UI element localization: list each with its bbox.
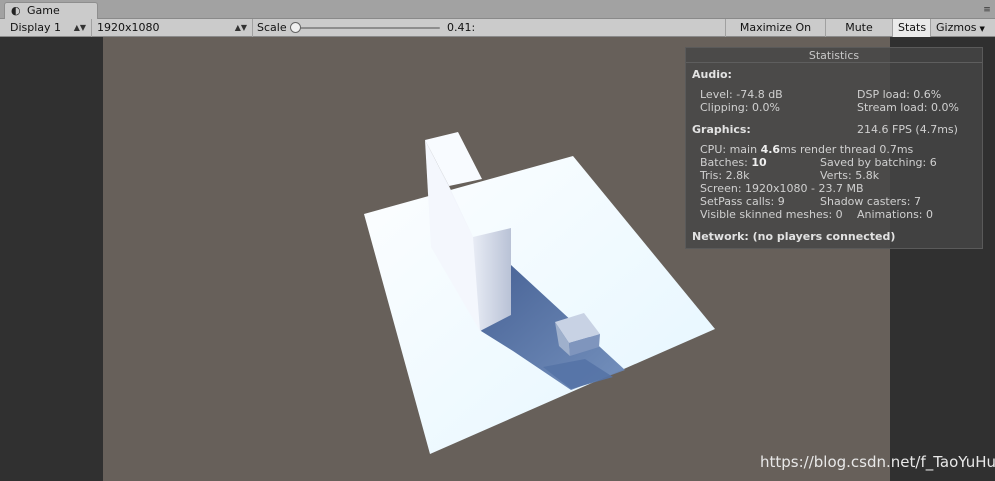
tab-menu-icon[interactable]: ≡ — [982, 5, 992, 15]
maximize-on-play-button[interactable]: Maximize On Play — [725, 19, 825, 51]
stats-button[interactable]: Stats — [892, 19, 930, 37]
dropdown-arrow-icon: ▼ — [979, 25, 985, 33]
stats-title: Statistics — [686, 49, 982, 63]
tab-game[interactable]: ◐ Game — [4, 2, 98, 19]
scale-value: 0.41: — [447, 21, 476, 34]
scale-slider-thumb[interactable] — [290, 22, 301, 33]
verts: Verts: 5.8k — [820, 169, 880, 182]
fps-value: 214.6 FPS (4.7ms) — [857, 123, 958, 136]
display-dropdown[interactable]: Display 1 ▲▼ — [5, 19, 92, 37]
cpu-main-value: 4.6 — [760, 143, 781, 156]
batches-prefix: Batches: — [700, 156, 752, 169]
audio-clipping: Clipping: 0.0% — [700, 101, 780, 114]
audio-level: Level: -74.8 dB — [700, 88, 783, 101]
screen-stats: Screen: 1920x1080 - 23.7 MB — [700, 182, 864, 195]
updown-arrows-icon: ▲▼ — [234, 23, 247, 32]
batches-value: 10 — [751, 156, 767, 169]
stream-load: Stream load: 0.0% — [857, 101, 959, 114]
scale-label: Scale — [257, 21, 287, 34]
watermark-text: https://blog.csdn.net/f_TaoYuHu — [760, 453, 995, 471]
display-value: Display 1 — [10, 21, 62, 34]
shadow-casters: Shadow casters: 7 — [820, 195, 921, 208]
letterbox-left — [0, 37, 103, 481]
unity-logo-icon: ◐ — [11, 4, 21, 17]
animations: Animations: 0 — [857, 208, 934, 221]
mute-audio-button[interactable]: Mute Audio — [825, 19, 892, 51]
resolution-value: 1920x1080 — [97, 21, 160, 34]
setpass-calls: SetPass calls: 9 — [700, 195, 785, 208]
batches: Batches: 10 — [700, 156, 767, 169]
saved-by-batching: Saved by batching: 6 — [820, 156, 937, 169]
cpu-suffix: ms render thread 0.7ms — [780, 143, 914, 156]
updown-arrows-icon: ▲▼ — [73, 23, 86, 32]
game-toolbar: Display 1 ▲▼ 1920x1080 ▲▼ Scale 0.41: Ma… — [0, 19, 995, 51]
network-status: Network: (no players connected) — [692, 230, 896, 243]
gizmos-button[interactable]: Gizmos ▼ — [930, 19, 995, 37]
resolution-dropdown[interactable]: 1920x1080 ▲▼ — [92, 19, 253, 37]
tab-label: Game — [27, 4, 60, 17]
cpu-prefix: CPU: main — [700, 143, 761, 156]
dsp-load: DSP load: 0.6% — [857, 88, 942, 101]
graphics-heading: Graphics: — [692, 123, 751, 136]
gizmos-label: Gizmos — [936, 21, 977, 34]
cpu-stats: CPU: main 4.6ms render thread 0.7ms — [700, 143, 913, 156]
visible-skinned-meshes: Visible skinned meshes: 0 — [700, 208, 843, 221]
statistics-panel: Statistics Audio: Level: -74.8 dB DSP lo… — [685, 47, 983, 249]
audio-heading: Audio: — [692, 68, 732, 81]
scale-slider-track[interactable] — [292, 27, 440, 29]
tris: Tris: 2.8k — [700, 169, 750, 182]
tab-bar: ◐ Game ≡ — [0, 0, 995, 19]
